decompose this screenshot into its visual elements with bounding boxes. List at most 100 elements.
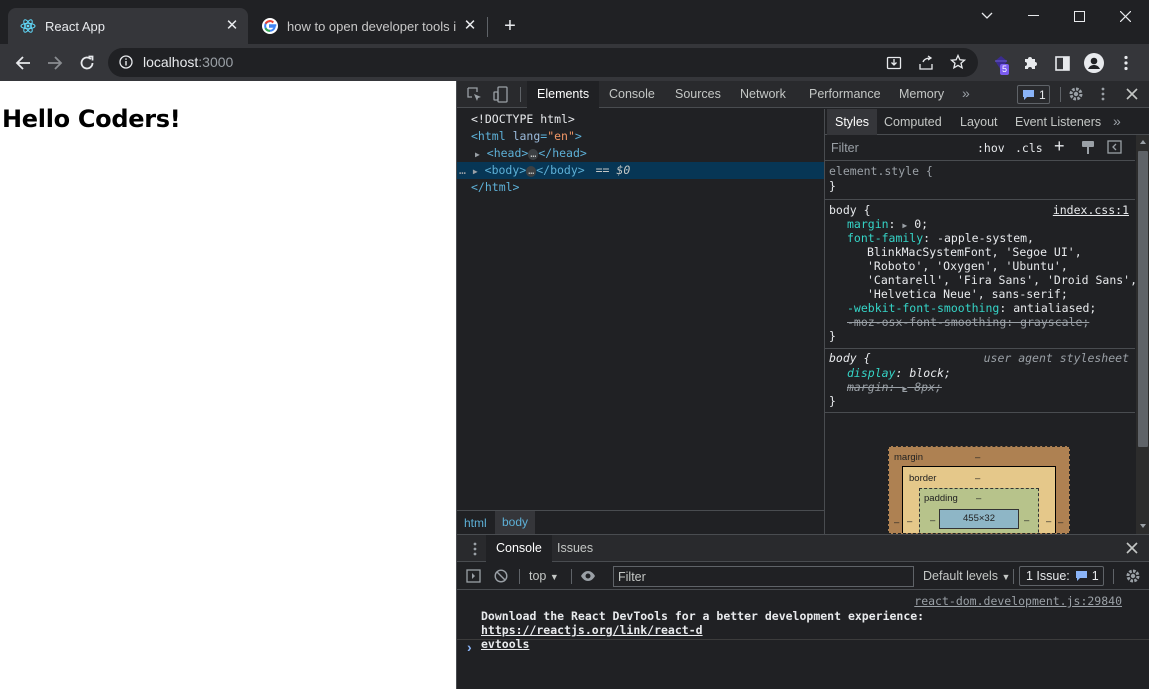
expand-arrow-icon[interactable]: ▶ [473,167,478,176]
device-toolbar-icon[interactable] [493,86,508,103]
box-margin-left[interactable]: – [894,517,899,528]
extension-button[interactable]: 5 [990,52,1012,75]
bookmark-star-icon[interactable] [950,54,966,70]
extensions-button[interactable] [1019,52,1041,74]
dom-doctype[interactable]: <!DOCTYPE html> [471,111,575,128]
inspect-element-icon[interactable] [467,87,482,102]
console-issues-button[interactable]: 1 Issue: 1 [1019,566,1104,586]
console-prompt[interactable]: › [467,639,472,655]
style-property[interactable]: margin: ▶ 0; [847,217,928,231]
dom-html-close[interactable]: </html> [471,179,519,196]
style-property-invalid[interactable]: -moz-osx-font-smoothing: grayscale; [847,315,1089,329]
styles-scrollbar[interactable] [1136,135,1149,534]
tab-memory[interactable]: Memory [889,81,954,108]
close-tab-icon[interactable]: ✕ [224,18,240,34]
address-bar[interactable]: localhost:3000 [108,48,978,77]
profile-button[interactable] [1083,52,1105,74]
drawer-tab-console[interactable]: Console [486,535,552,562]
breadcrumb-body[interactable]: body [495,511,536,534]
box-margin-top[interactable]: – [975,452,980,463]
styles-filter-input[interactable]: Filter [831,141,859,155]
show-sidebar-icon[interactable] [466,569,481,583]
console-settings-icon[interactable] [1125,568,1141,584]
cls-button[interactable]: .cls [1015,141,1043,155]
ellipsis-badge[interactable]: … [526,166,537,177]
tab-styles[interactable]: Styles [827,109,878,135]
maximize-button[interactable] [1056,5,1102,27]
box-padding-right[interactable]: – [1024,515,1029,526]
style-property[interactable]: -webkit-font-smoothing: antialiased; [847,301,1096,315]
dom-menu-dots[interactable]: … [459,163,466,177]
new-rule-icon[interactable]: + [1054,136,1065,157]
box-content-size[interactable]: 455×32 [939,509,1019,529]
style-property-overridden[interactable]: margin: ▶ 8px; [847,380,942,394]
tab-react-app[interactable]: React App ✕ [8,8,248,44]
back-button[interactable] [12,52,34,74]
url-text[interactable]: localhost:3000 [143,54,233,70]
info-icon[interactable] [119,55,133,69]
tab-event-listeners[interactable]: Event Listeners [1008,109,1108,135]
issues-button[interactable]: 1 [1017,85,1050,104]
new-tab-button[interactable]: + [499,16,521,38]
live-expression-eye-icon[interactable] [580,570,596,582]
tab-console[interactable]: Console [599,81,665,108]
react-devtools-link-cont[interactable]: evtools [481,637,529,651]
install-app-icon[interactable] [886,55,902,71]
menu-button[interactable] [1115,52,1137,74]
forward-button[interactable] [44,52,66,74]
close-drawer-icon[interactable] [1126,542,1138,554]
share-icon[interactable] [918,55,934,71]
box-margin-right[interactable]: – [1058,517,1063,528]
settings-gear-icon[interactable] [1068,86,1084,102]
rule-selector[interactable]: body { [829,203,871,217]
tab-performance[interactable]: Performance [799,81,891,108]
dom-body-selected[interactable]: … ▶ <body>… </body> == $0 [457,162,824,179]
minimize-button[interactable] [1010,5,1056,27]
box-padding-top[interactable]: – [976,493,981,504]
side-panel-button[interactable] [1051,52,1073,74]
tab-google-search[interactable]: how to open developer tools in c ✕ [250,8,486,44]
breadcrumb-html[interactable]: html [464,516,487,530]
style-property[interactable]: font-family: -apple-system, [847,231,1034,245]
context-selector[interactable]: top ▼ [529,569,559,583]
clear-console-icon[interactable] [494,569,508,583]
devtools-menu-icon[interactable] [1101,87,1105,101]
tab-search-button[interactable] [964,5,1010,27]
reload-button[interactable] [76,52,98,74]
expand-arrow-icon[interactable]: ▶ [475,150,480,159]
box-border-top[interactable]: – [975,473,980,484]
drawer-menu-icon[interactable] [473,542,477,556]
close-window-button[interactable] [1102,5,1148,27]
expand-arrow-icon[interactable]: ▶ [902,221,907,230]
more-tabs-icon[interactable]: » [1113,113,1121,129]
maximize-icon [1073,10,1085,22]
log-levels-dropdown[interactable]: Default levels ▼ [923,569,1010,583]
tab-elements[interactable]: Elements [527,81,600,108]
rule-source-link[interactable]: index.css:1 [1053,203,1129,217]
issues-count: 1 [1039,87,1046,102]
react-devtools-link[interactable]: https://reactjs.org/link/react-d [481,623,703,637]
tab-layout[interactable]: Layout [953,109,1005,135]
ellipsis-badge[interactable]: … [528,149,539,160]
element-style-rule[interactable]: element.style { [829,164,933,178]
console-filter-input[interactable]: Filter [613,566,914,587]
style-property[interactable]: display: block; [847,366,951,380]
close-tab-icon[interactable]: ✕ [462,18,478,34]
dom-head[interactable]: ▶ <head>… </head> [475,145,587,162]
box-border-right[interactable]: – [1046,516,1051,527]
more-tabs-icon[interactable]: » [962,85,970,101]
rule-selector[interactable]: body { [829,351,871,365]
dom-html-open[interactable]: <html lang="en"> [471,128,582,145]
toggle-sidebar-icon[interactable] [1107,140,1122,154]
box-padding-left[interactable]: – [930,515,935,526]
tab-network[interactable]: Network [730,81,796,108]
close-devtools-icon[interactable] [1126,88,1138,100]
paint-brush-icon[interactable] [1081,140,1095,155]
tab-sources[interactable]: Sources [665,81,731,108]
tab-computed[interactable]: Computed [877,109,949,135]
hov-button[interactable]: :hov [977,141,1005,155]
box-border-left[interactable]: – [907,516,912,527]
scrollbar-thumb[interactable] [1138,151,1148,447]
message-source-link[interactable]: react-dom.development.js:29840 [914,594,1122,608]
drawer-tab-issues[interactable]: Issues [547,535,603,562]
